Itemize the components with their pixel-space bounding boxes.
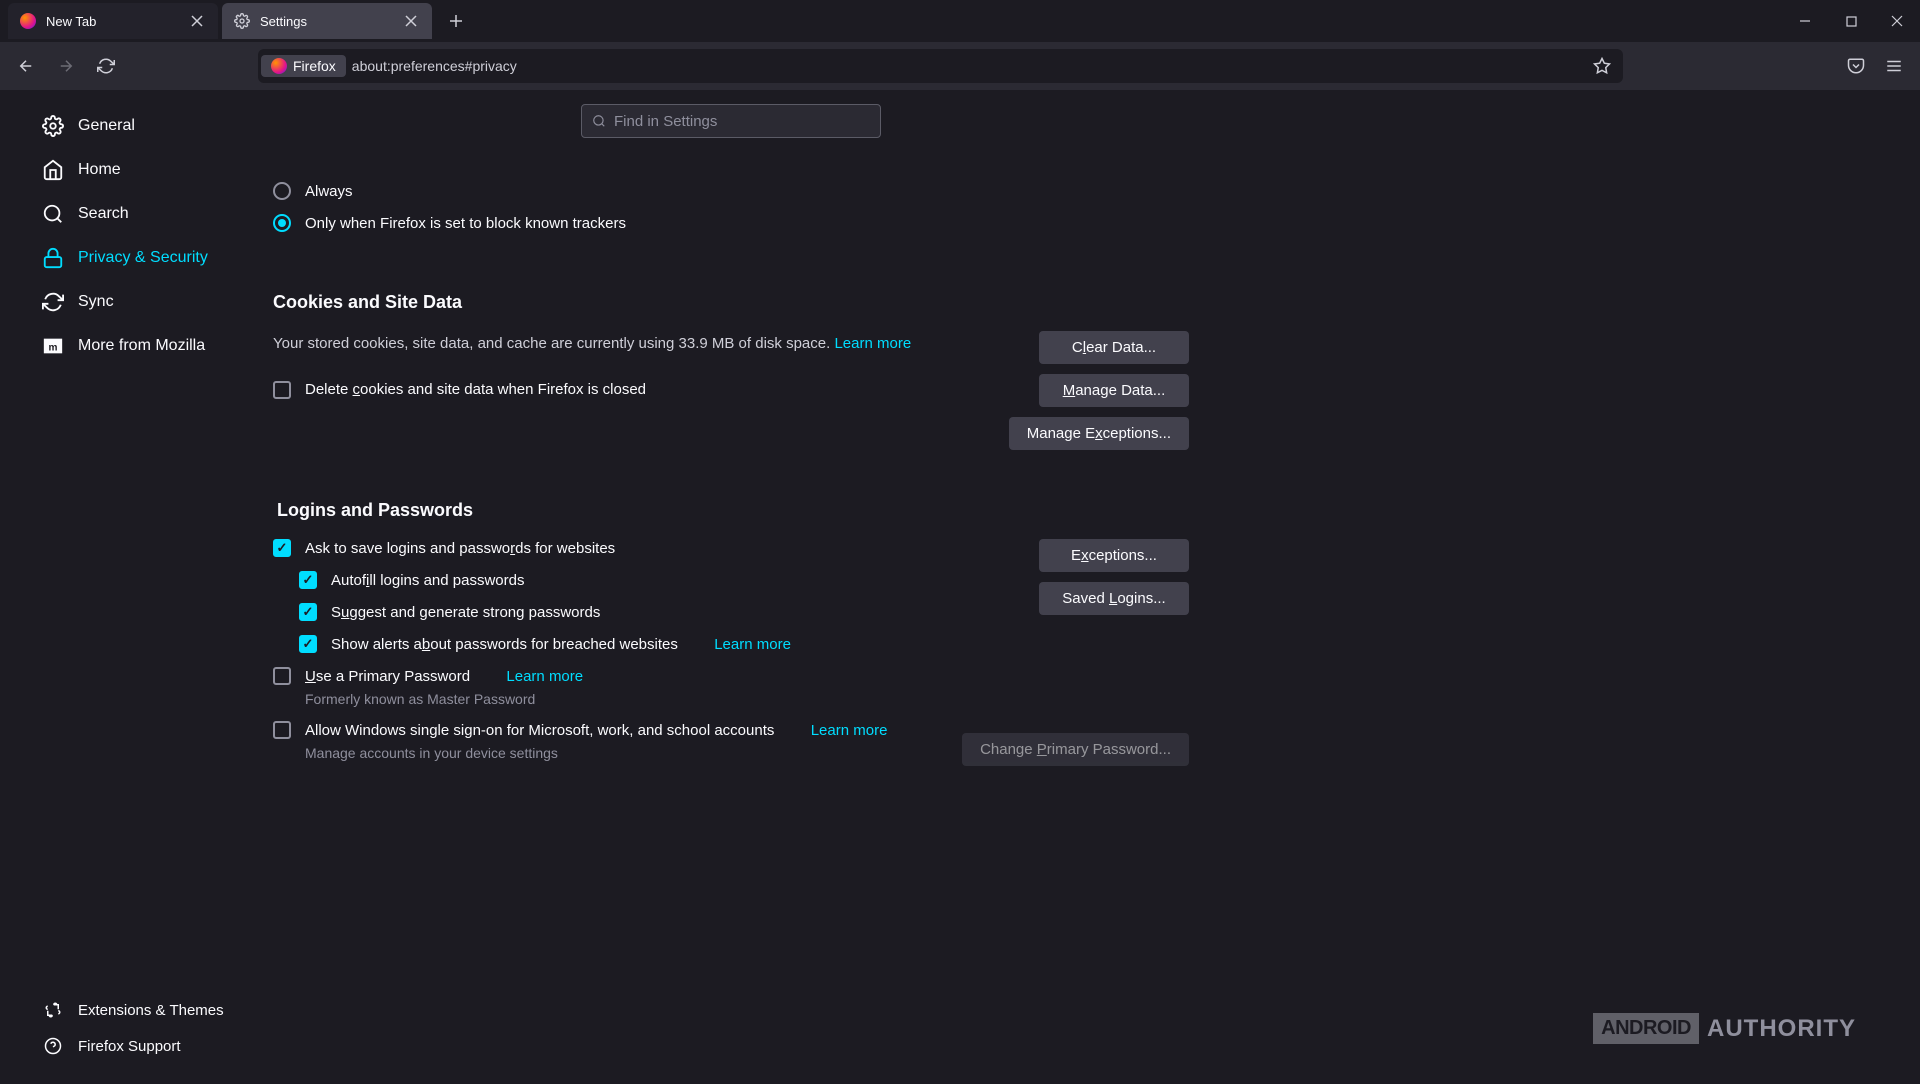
sidebar-label: Privacy & Security bbox=[78, 249, 208, 267]
nav-toolbar: Firefox about:preferences#privacy bbox=[0, 42, 1920, 90]
checkbox-label: Allow Windows single sign-on for Microso… bbox=[305, 722, 774, 739]
checkbox-icon bbox=[273, 381, 291, 399]
lock-icon bbox=[42, 247, 64, 269]
firefox-icon bbox=[271, 58, 287, 74]
checkbox-label: Ask to save logins and passwords for web… bbox=[305, 540, 615, 557]
minimize-button[interactable] bbox=[1782, 1, 1828, 41]
checkbox-label: Autofill logins and passwords bbox=[331, 572, 524, 589]
svg-text:m: m bbox=[49, 343, 58, 354]
sidebar-item-sync[interactable]: Sync bbox=[38, 280, 245, 324]
manage-exceptions-button[interactable]: Manage Exceptions... bbox=[1009, 417, 1189, 450]
tab-settings[interactable]: Settings bbox=[222, 3, 432, 39]
checkbox-icon bbox=[299, 571, 317, 589]
puzzle-icon bbox=[42, 999, 64, 1021]
settings-main: Find in Settings Always Only when Firefo… bbox=[245, 90, 1920, 1084]
checkbox-icon bbox=[273, 721, 291, 739]
tab-new-tab[interactable]: New Tab bbox=[8, 3, 218, 39]
sidebar-item-privacy[interactable]: Privacy & Security bbox=[38, 236, 245, 280]
section-heading: Logins and Passwords bbox=[277, 500, 1189, 521]
radio-icon bbox=[273, 182, 291, 200]
pocket-button[interactable] bbox=[1840, 50, 1872, 82]
primary-password-subtext: Formerly known as Master Password bbox=[305, 691, 938, 707]
bookmark-star-icon[interactable] bbox=[1589, 53, 1615, 79]
radio-label: Always bbox=[305, 183, 353, 200]
firefox-icon bbox=[20, 13, 36, 29]
checkbox-ask-save[interactable]: Ask to save logins and passwords for web… bbox=[273, 539, 938, 557]
sidebar-label: Extensions & Themes bbox=[78, 1002, 224, 1019]
clear-data-button[interactable]: Clear Data... bbox=[1039, 331, 1189, 364]
checkbox-label: Suggest and generate strong passwords bbox=[331, 604, 600, 621]
saved-logins-button[interactable]: Saved Logins... bbox=[1039, 582, 1189, 615]
tab-title: Settings bbox=[260, 14, 392, 29]
sidebar-item-home[interactable]: Home bbox=[38, 148, 245, 192]
sidebar-label: General bbox=[78, 117, 135, 135]
checkbox-breach-alerts[interactable]: Show alerts about passwords for breached… bbox=[299, 635, 938, 653]
learn-more-link[interactable]: Learn more bbox=[811, 722, 888, 739]
checkbox-icon bbox=[299, 603, 317, 621]
settings-sidebar: General Home Search Privacy & Security S… bbox=[0, 90, 245, 1084]
learn-more-link[interactable]: Learn more bbox=[506, 668, 583, 685]
home-icon bbox=[42, 159, 64, 181]
checkbox-icon bbox=[273, 667, 291, 685]
identity-box[interactable]: Firefox bbox=[261, 55, 346, 77]
back-button[interactable] bbox=[10, 50, 42, 82]
sso-subtext: Manage accounts in your device settings bbox=[305, 745, 938, 761]
sidebar-item-general[interactable]: General bbox=[38, 104, 245, 148]
sidebar-item-more-mozilla[interactable]: m More from Mozilla bbox=[38, 324, 245, 368]
gear-icon bbox=[234, 13, 250, 29]
watermark: ANDROID AUTHORITY bbox=[1593, 1013, 1856, 1044]
help-icon bbox=[42, 1035, 64, 1057]
sidebar-label: More from Mozilla bbox=[78, 337, 205, 355]
cookies-description: Your stored cookies, site data, and cach… bbox=[273, 331, 985, 357]
radio-icon bbox=[273, 214, 291, 232]
close-icon[interactable] bbox=[402, 12, 420, 30]
checkbox-primary-password[interactable]: Use a Primary Password Learn more bbox=[273, 667, 938, 685]
sidebar-item-support[interactable]: Firefox Support bbox=[38, 1028, 245, 1064]
maximize-button[interactable] bbox=[1828, 1, 1874, 41]
close-window-button[interactable] bbox=[1874, 1, 1920, 41]
tab-title: New Tab bbox=[46, 14, 178, 29]
search-icon bbox=[592, 114, 606, 128]
sidebar-label: Firefox Support bbox=[78, 1038, 181, 1055]
settings-search-input[interactable]: Find in Settings bbox=[581, 104, 881, 138]
checkbox-suggest[interactable]: Suggest and generate strong passwords bbox=[299, 603, 938, 621]
sidebar-item-search[interactable]: Search bbox=[38, 192, 245, 236]
search-placeholder: Find in Settings bbox=[614, 113, 717, 130]
checkbox-autofill[interactable]: Autofill logins and passwords bbox=[299, 571, 938, 589]
radio-label: Only when Firefox is set to block known … bbox=[305, 215, 626, 232]
checkbox-label: Show alerts about passwords for breached… bbox=[331, 636, 678, 653]
reload-button[interactable] bbox=[90, 50, 122, 82]
radio-dnt-always[interactable]: Always bbox=[273, 182, 1189, 200]
checkbox-label: Delete cookies and site data when Firefo… bbox=[305, 381, 646, 398]
sidebar-label: Home bbox=[78, 161, 121, 179]
checkbox-icon bbox=[299, 635, 317, 653]
sidebar-label: Search bbox=[78, 205, 129, 223]
learn-more-link[interactable]: Learn more bbox=[714, 636, 791, 653]
manage-data-button[interactable]: Manage Data... bbox=[1039, 374, 1189, 407]
mozilla-icon: m bbox=[42, 335, 64, 357]
sync-icon bbox=[42, 291, 64, 313]
close-icon[interactable] bbox=[188, 12, 206, 30]
new-tab-button[interactable] bbox=[440, 5, 472, 37]
learn-more-link[interactable]: Learn more bbox=[834, 335, 911, 352]
change-primary-password-button[interactable]: Change Primary Password... bbox=[962, 733, 1189, 766]
gear-icon bbox=[42, 115, 64, 137]
radio-dnt-only[interactable]: Only when Firefox is set to block known … bbox=[273, 214, 1189, 232]
identity-label: Firefox bbox=[293, 58, 336, 74]
url-bar[interactable]: Firefox about:preferences#privacy bbox=[258, 49, 1623, 83]
titlebar: New Tab Settings bbox=[0, 0, 1920, 42]
checkbox-label: Use a Primary Password bbox=[305, 668, 470, 685]
sidebar-label: Sync bbox=[78, 293, 114, 311]
search-icon bbox=[42, 203, 64, 225]
checkbox-delete-on-close[interactable]: Delete cookies and site data when Firefo… bbox=[273, 381, 985, 399]
app-menu-button[interactable] bbox=[1878, 50, 1910, 82]
url-text: about:preferences#privacy bbox=[352, 58, 1589, 74]
section-heading: Cookies and Site Data bbox=[273, 292, 1189, 313]
forward-button[interactable] bbox=[50, 50, 82, 82]
checkbox-windows-sso[interactable]: Allow Windows single sign-on for Microso… bbox=[273, 721, 938, 739]
logins-exceptions-button[interactable]: Exceptions... bbox=[1039, 539, 1189, 572]
checkbox-icon bbox=[273, 539, 291, 557]
sidebar-item-extensions[interactable]: Extensions & Themes bbox=[38, 992, 245, 1028]
window-controls bbox=[1782, 1, 1920, 41]
